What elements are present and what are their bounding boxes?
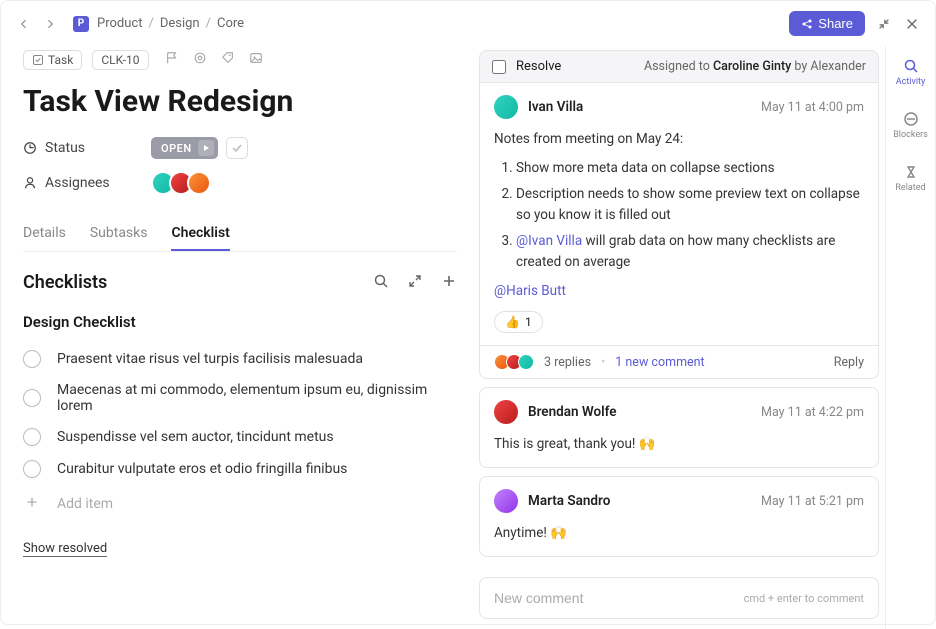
avatar[interactable] (187, 171, 211, 195)
task-type-badge[interactable]: Task (23, 50, 82, 70)
app-icon[interactable]: P (73, 16, 89, 32)
comment-author[interactable]: Brendan Wolfe (528, 404, 617, 420)
check-circle-icon[interactable] (23, 428, 41, 446)
check-circle-icon[interactable] (23, 350, 41, 368)
comment: Marta Sandro May 11 at 5:21 pm Anytime! … (479, 476, 879, 557)
sidebar-item-blockers[interactable]: Blockers (886, 107, 935, 144)
new-comment-input[interactable]: cmd + enter to comment (479, 577, 879, 619)
close-icon[interactable] (903, 15, 921, 33)
comment-time: May 11 at 5:21 pm (761, 494, 864, 509)
comment-field[interactable] (494, 590, 744, 606)
mention[interactable]: @Ivan Villa (516, 233, 582, 249)
expand-icon[interactable] (407, 273, 423, 293)
plus-icon (23, 495, 41, 513)
avatar[interactable] (518, 354, 534, 370)
reply-count[interactable]: 3 replies (544, 355, 591, 370)
nav-back[interactable] (15, 15, 33, 33)
checklist-item[interactable]: Suspendisse vel sem auctor, tincidunt me… (23, 421, 457, 453)
breadcrumb-item[interactable]: Product (97, 16, 142, 31)
checklists-heading: Checklists (23, 272, 107, 293)
task-id[interactable]: CLK-10 (92, 50, 148, 70)
thread-footer: 3 replies • 1 new comment Reply (479, 346, 879, 379)
checklist-item[interactable]: Curabitur vulputate eros et odio fringil… (23, 453, 457, 485)
resolve-checkbox[interactable] (492, 60, 506, 74)
status-pill[interactable]: OPEN (151, 137, 218, 159)
avatar[interactable] (494, 400, 518, 424)
comment: Brendan Wolfe May 11 at 4:22 pm This is … (479, 387, 879, 468)
search-icon[interactable] (373, 273, 389, 293)
breadcrumb: Product / Design / Core (97, 16, 244, 31)
comment-author[interactable]: Ivan Villa (528, 99, 583, 115)
assigned-to: Assigned to Caroline Ginty by Alexander (644, 59, 866, 74)
avatar[interactable] (494, 489, 518, 513)
check-circle-icon[interactable] (23, 460, 41, 478)
tag-icon[interactable] (221, 51, 235, 69)
task-title: Task View Redesign (23, 84, 457, 119)
complete-checkbox[interactable] (226, 137, 248, 159)
nav-forward[interactable] (41, 15, 59, 33)
comment-author[interactable]: Marta Sandro (528, 493, 610, 509)
target-icon[interactable] (193, 51, 207, 69)
add-checklist-icon[interactable] (441, 273, 457, 293)
resolve-label: Resolve (516, 59, 561, 74)
shortcut-hint: cmd + enter to comment (744, 592, 864, 605)
breadcrumb-item[interactable]: Core (217, 16, 244, 31)
collapse-icon[interactable] (875, 15, 893, 33)
checklist-name: Design Checklist (23, 313, 457, 331)
assignees-label: Assignees (23, 175, 151, 191)
image-icon[interactable] (249, 51, 263, 69)
checklist-item[interactable]: Maecenas at mi commodo, elementum ipsum … (23, 375, 457, 421)
mention[interactable]: @Haris Butt (494, 283, 566, 299)
avatar[interactable] (494, 95, 518, 119)
resolve-bar: Resolve Assigned to Caroline Ginty by Al… (479, 50, 879, 83)
new-comment-count[interactable]: 1 new comment (615, 355, 704, 370)
status-label: Status (23, 140, 151, 156)
comment: Ivan Villa May 11 at 4:00 pm Notes from … (479, 83, 879, 346)
tab-details[interactable]: Details (23, 217, 66, 251)
checklist-item[interactable]: Praesent vitae risus vel turpis facilisi… (23, 343, 457, 375)
add-checklist-item[interactable]: Add item (23, 485, 457, 523)
sidebar-item-activity[interactable]: Activity (886, 54, 935, 91)
breadcrumb-item[interactable]: Design (160, 16, 200, 31)
assignee-avatars[interactable] (151, 171, 211, 195)
comment-time: May 11 at 4:22 pm (761, 405, 864, 420)
reply-button[interactable]: Reply (834, 355, 864, 370)
tab-subtasks[interactable]: Subtasks (90, 217, 148, 251)
tab-checklist[interactable]: Checklist (171, 217, 229, 251)
share-button[interactable]: Share (789, 11, 865, 36)
check-circle-icon[interactable] (23, 389, 41, 407)
show-resolved-link[interactable]: Show resolved (23, 541, 107, 557)
comment-time: May 11 at 4:00 pm (761, 100, 864, 115)
flag-icon[interactable] (165, 51, 179, 69)
sidebar-item-related[interactable]: Related (886, 160, 935, 197)
reaction[interactable]: 👍 1 (494, 311, 543, 333)
